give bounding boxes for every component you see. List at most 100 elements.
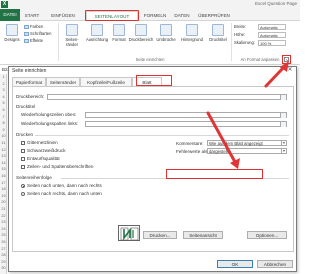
close-button[interactable]: ✕	[286, 67, 294, 74]
orientation-button[interactable]: Ausrichtung	[85, 24, 109, 42]
scale-stepper[interactable]: 100 %	[258, 40, 286, 46]
gridlines-checkbox[interactable]	[21, 141, 25, 145]
draft-checkbox[interactable]	[21, 157, 25, 161]
size-button[interactable]: Format	[111, 24, 127, 42]
order-over-label: Seiten nach rechts, dann nach unten	[27, 191, 102, 196]
row-header[interactable]: 13	[0, 154, 7, 158]
row-header[interactable]: 2	[0, 82, 7, 86]
size-icon	[113, 24, 125, 36]
designs-button[interactable]: Designs	[2, 24, 22, 42]
row-header[interactable]: 9	[0, 128, 7, 132]
row-header[interactable]: 15	[0, 167, 7, 171]
print-area-label: Druckbereich	[128, 37, 154, 42]
repeat-rows-input[interactable]	[85, 112, 287, 118]
row-header[interactable]: 20	[0, 200, 7, 204]
width-label: Breite:	[234, 24, 247, 29]
row-header[interactable]: 21	[0, 207, 7, 211]
row-header[interactable]: 17	[0, 181, 7, 185]
row-header[interactable]: 24	[0, 227, 7, 231]
row-header[interactable]: 11	[0, 141, 7, 145]
row-header[interactable]: 4	[0, 95, 7, 99]
row-header[interactable]: 22	[0, 214, 7, 218]
colors-label: Farben	[30, 24, 44, 29]
print-titles-label: Drucktitel	[16, 104, 36, 109]
row-header[interactable]: 6	[0, 108, 7, 112]
row-header[interactable]: 14	[0, 161, 7, 165]
fonts-label: Schriftarten	[30, 31, 52, 36]
cancel-button[interactable]: Abbrechen	[257, 260, 293, 268]
tab-data[interactable]: DATEN	[172, 11, 192, 21]
row-header[interactable]: 23	[0, 220, 7, 224]
bw-checkbox[interactable]	[21, 149, 25, 153]
tab-header-footer[interactable]: Kopfzeile/Fußzeile	[80, 77, 132, 86]
tab-paper-format[interactable]: Papierformat	[12, 77, 46, 86]
order-down-radio[interactable]	[21, 184, 25, 188]
options-button[interactable]: Optionen...	[247, 231, 287, 239]
dialog-launcher-button[interactable]: ↘	[284, 57, 289, 62]
row-header[interactable]: 8	[0, 121, 7, 125]
order-over-radio[interactable]	[21, 192, 25, 196]
errors-select[interactable]: dargestellt ▼	[207, 148, 287, 154]
repeat-cols-input[interactable]	[85, 121, 287, 127]
print-area-button[interactable]: Druckbereich	[128, 24, 154, 42]
tab-file[interactable]: DATEI	[0, 9, 20, 21]
row-header[interactable]: 25	[0, 233, 7, 237]
height-select[interactable]: Automatic	[258, 32, 286, 38]
range-picker-icon[interactable]	[280, 122, 286, 127]
row-header[interactable]: 19	[0, 194, 7, 198]
range-picker-icon[interactable]	[280, 95, 286, 100]
group-label-fit: An Format anpassen	[240, 57, 280, 62]
row-header[interactable]: 28	[0, 253, 7, 257]
ok-button[interactable]: OK	[217, 260, 253, 268]
row-header[interactable]: 5	[0, 101, 7, 105]
row-header[interactable]: 12	[0, 148, 7, 152]
print-area-icon	[135, 24, 147, 36]
size-label: Format	[112, 37, 126, 42]
tab-margins[interactable]: Seitenränder	[46, 77, 80, 86]
fonts-button[interactable]: Schriftarten	[24, 31, 51, 37]
group-label-page-setup: Seite einrichten	[135, 57, 165, 62]
background-button[interactable]: Hintergrund	[178, 24, 206, 42]
comments-value: Wie auf dem Blatt angezeigt	[209, 141, 263, 146]
window-title: Excel Question Page	[254, 1, 297, 6]
row-header[interactable]: 30	[0, 266, 7, 270]
breaks-icon	[160, 24, 172, 36]
print-titles-icon	[212, 24, 224, 36]
print-area-input[interactable]	[47, 94, 287, 100]
row-header[interactable]: 26	[0, 240, 7, 244]
tab-review[interactable]: ÜBERPRÜFEN	[196, 11, 232, 21]
row-headers: 1 2 3 4 5 6 7 8 9 10 11 12 13 14 15 16 17 18 19 20 21 22 23 24 2…	[0, 74, 7, 274]
colors-button[interactable]: Farben	[24, 24, 43, 30]
margins-button[interactable]: Seiten-ränder	[61, 24, 83, 47]
page-order-label: Seitenreihenfolge	[16, 175, 52, 180]
row-header[interactable]: 7	[0, 115, 7, 119]
effects-button[interactable]: Effekte	[24, 38, 43, 44]
comments-select[interactable]: Wie auf dem Blatt angezeigt ▼	[207, 140, 287, 146]
row-header[interactable]: 10	[0, 134, 7, 138]
row-header[interactable]: 3	[0, 88, 7, 92]
print-button[interactable]: Drucken...	[143, 231, 177, 239]
print-section-label: Drucken	[16, 132, 34, 137]
fonts-icon	[24, 31, 29, 36]
tab-formulas[interactable]: FORMELN	[142, 11, 168, 21]
designs-icon	[6, 24, 18, 36]
tab-insert[interactable]: EINFÜGEN	[46, 11, 80, 21]
effects-icon	[24, 38, 29, 43]
row-header[interactable]: 29	[0, 260, 7, 264]
preview-button[interactable]: Seitenansicht	[183, 231, 223, 239]
ribbon-tabs: DATEI START EINFÜGEN SEITENLAYOUT FORMEL…	[0, 9, 300, 22]
row-header[interactable]: 16	[0, 174, 7, 178]
row-header[interactable]: 18	[0, 187, 7, 191]
breaks-label: Umbrüche	[156, 37, 176, 42]
row-header[interactable]: 27	[0, 247, 7, 251]
tab-start[interactable]: START	[22, 11, 42, 21]
range-picker-icon[interactable]	[280, 113, 286, 118]
tab-highlight-box	[136, 75, 172, 86]
excel-icon[interactable]: X	[1, 1, 8, 8]
breaks-button[interactable]: Umbrüche	[155, 24, 177, 42]
row-header[interactable]: 1	[0, 75, 7, 79]
print-titles-button[interactable]: Drucktitel	[207, 24, 229, 42]
help-button[interactable]: ?	[278, 67, 284, 74]
width-select[interactable]: Automatic	[258, 24, 286, 30]
headings-checkbox[interactable]	[21, 165, 25, 169]
